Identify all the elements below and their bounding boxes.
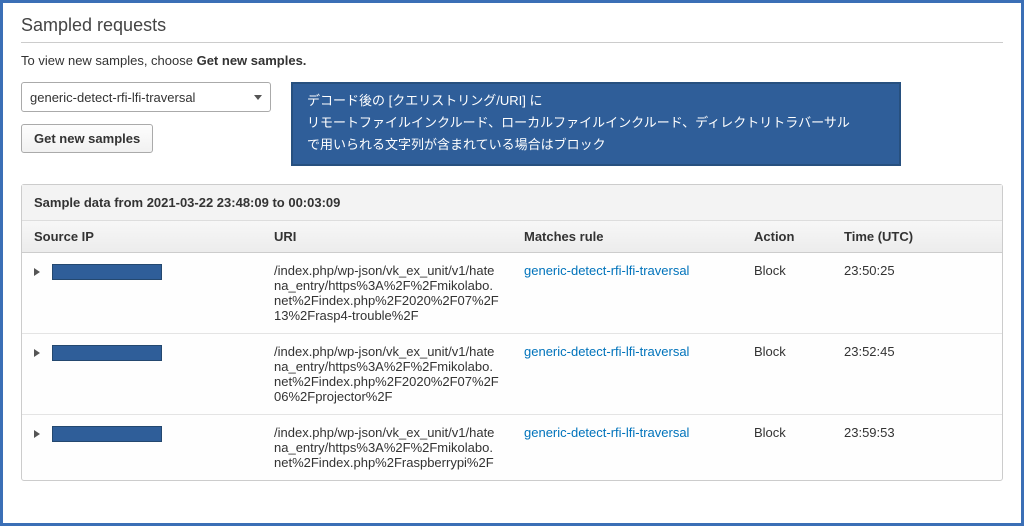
hint-bold: Get new samples. [197, 53, 307, 68]
rule-filter-value: generic-detect-rfi-lfi-traversal [30, 90, 195, 105]
callout-uri-tag: /URI [496, 93, 522, 108]
callout-line-1: デコード後の [クエリストリング/URI] に [307, 90, 885, 112]
rule-link[interactable]: generic-detect-rfi-lfi-traversal [524, 263, 689, 278]
col-header-matches-rule[interactable]: Matches rule [512, 221, 742, 253]
explanation-callout: デコード後の [クエリストリング/URI] に リモートファイルインクルード、ロ… [291, 82, 901, 166]
table-header-row: Source IP URI Matches rule Action Time (… [22, 221, 1002, 253]
cell-time: 23:50:25 [832, 253, 1002, 334]
controls-left: generic-detect-rfi-lfi-traversal Get new… [21, 82, 271, 153]
table-row: /index.php/wp-json/vk_ex_unit/v1/hatena_… [22, 415, 1002, 481]
cell-time: 23:52:45 [832, 334, 1002, 415]
col-header-time[interactable]: Time (UTC) [832, 221, 1002, 253]
samples-table: Source IP URI Matches rule Action Time (… [22, 221, 1002, 480]
col-header-source-ip[interactable]: Source IP [22, 221, 262, 253]
get-new-samples-button[interactable]: Get new samples [21, 124, 153, 153]
hint-text: To view new samples, choose Get new samp… [21, 53, 1003, 68]
expand-row-icon[interactable] [34, 349, 40, 357]
col-header-uri[interactable]: URI [262, 221, 512, 253]
caret-down-icon [254, 95, 262, 100]
controls-row: generic-detect-rfi-lfi-traversal Get new… [21, 82, 1003, 166]
table-row: /index.php/wp-json/vk_ex_unit/v1/hatena_… [22, 253, 1002, 334]
page-container: Sampled requests To view new samples, ch… [0, 0, 1024, 526]
expand-row-icon[interactable] [34, 268, 40, 276]
rule-link[interactable]: generic-detect-rfi-lfi-traversal [524, 344, 689, 359]
cell-action: Block [742, 253, 832, 334]
callout-line-1-pre: デコード後の [クエリストリング [307, 93, 496, 108]
section-title: Sampled requests [21, 13, 1003, 42]
cell-uri: /index.php/wp-json/vk_ex_unit/v1/hatena_… [262, 415, 512, 481]
callout-line-2: リモートファイルインクルード、ローカルファイルインクルード、ディレクトリトラバー… [307, 112, 885, 134]
expand-row-icon[interactable] [34, 430, 40, 438]
source-ip-redacted [52, 426, 162, 442]
source-ip-redacted [52, 345, 162, 361]
rule-link[interactable]: generic-detect-rfi-lfi-traversal [524, 425, 689, 440]
cell-uri: /index.php/wp-json/vk_ex_unit/v1/hatena_… [262, 253, 512, 334]
sample-data-panel: Sample data from 2021-03-22 23:48:09 to … [21, 184, 1003, 481]
cell-action: Block [742, 415, 832, 481]
callout-line-1-post: ] に [522, 93, 542, 108]
source-ip-redacted [52, 264, 162, 280]
hint-prefix: To view new samples, choose [21, 53, 197, 68]
col-header-action[interactable]: Action [742, 221, 832, 253]
divider [21, 42, 1003, 43]
cell-time: 23:59:53 [832, 415, 1002, 481]
rule-filter-select[interactable]: generic-detect-rfi-lfi-traversal [21, 82, 271, 112]
callout-line-3: で用いられる文字列が含まれている場合はブロック [307, 134, 885, 156]
panel-header: Sample data from 2021-03-22 23:48:09 to … [22, 185, 1002, 221]
cell-uri: /index.php/wp-json/vk_ex_unit/v1/hatena_… [262, 334, 512, 415]
cell-action: Block [742, 334, 832, 415]
table-row: /index.php/wp-json/vk_ex_unit/v1/hatena_… [22, 334, 1002, 415]
